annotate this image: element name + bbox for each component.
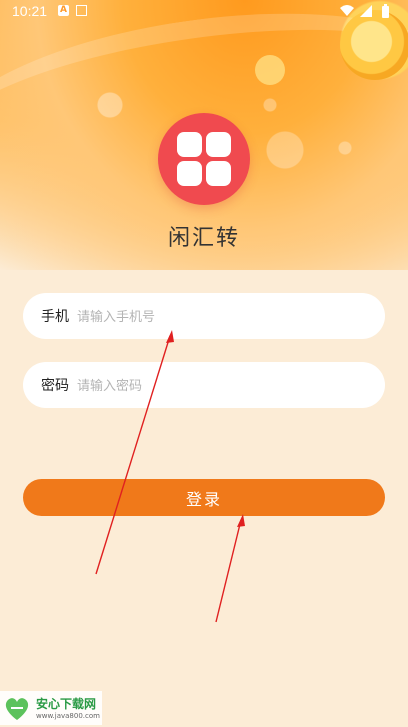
watermark-heart-icon xyxy=(5,698,29,720)
phone-label: 手机 xyxy=(41,309,69,325)
status-icons xyxy=(340,4,389,18)
password-label: 密码 xyxy=(41,378,69,394)
logo-tile xyxy=(177,161,202,186)
logo-tile xyxy=(206,161,231,186)
app-logo xyxy=(158,113,250,205)
logo-tile xyxy=(206,132,231,157)
password-field[interactable]: 密码 xyxy=(23,362,385,408)
status-time: 10:21 xyxy=(12,3,48,19)
logo-tile xyxy=(177,132,202,157)
coin-small-decoration-icon xyxy=(255,55,285,85)
signal-icon xyxy=(360,5,372,17)
screenshot-icon xyxy=(76,5,87,16)
phone-field[interactable]: 手机 xyxy=(23,293,385,339)
battery-icon xyxy=(382,4,389,18)
watermark-name: 安心下载网 xyxy=(36,697,97,711)
phone-input[interactable] xyxy=(75,301,369,333)
status-bar: 10:21 A xyxy=(0,0,408,24)
wifi-icon xyxy=(340,5,354,16)
app-title: 闲汇转 xyxy=(167,226,240,251)
notification-a-icon: A xyxy=(58,5,69,16)
password-input[interactable] xyxy=(75,370,369,402)
watermark-url: www.java800.com xyxy=(36,712,100,720)
site-watermark: 安心下载网 www.java800.com xyxy=(0,691,102,725)
login-button[interactable]: 登录 xyxy=(23,479,385,516)
annotation-arrow-login xyxy=(215,514,245,623)
